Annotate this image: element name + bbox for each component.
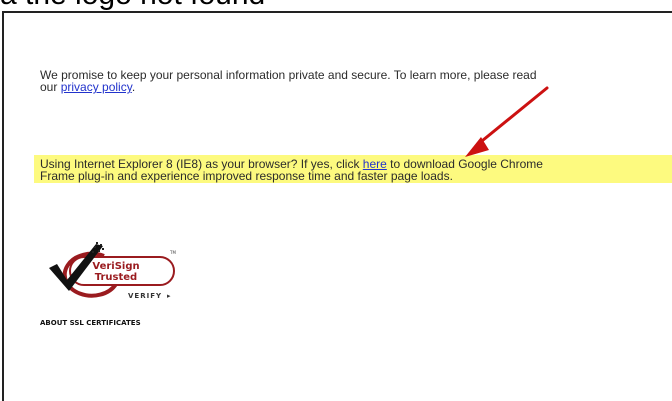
ie8-notice-line2: Frame plug-in and experience improved re… (40, 169, 453, 183)
seal-line2: Trusted (95, 272, 137, 283)
red-arrow-annotation-icon (465, 86, 549, 157)
seal-verify-arrow-icon: ▸ (167, 292, 171, 300)
privacy-policy-link[interactable]: privacy policy (61, 80, 132, 94)
privacy-line2-prefix: our (40, 80, 61, 94)
seal-trademark: TM (169, 250, 176, 255)
privacy-line2-suffix: . (131, 80, 136, 94)
seal-line1: VeriSign (92, 261, 139, 272)
verisign-trusted-seal[interactable]: VeriSign Trusted TM VERIFY ▸ (40, 242, 190, 302)
about-ssl-certificates-link[interactable]: ABOUT SSL CERTIFICATES (40, 319, 141, 327)
seal-verify-label: VERIFY (128, 292, 162, 300)
